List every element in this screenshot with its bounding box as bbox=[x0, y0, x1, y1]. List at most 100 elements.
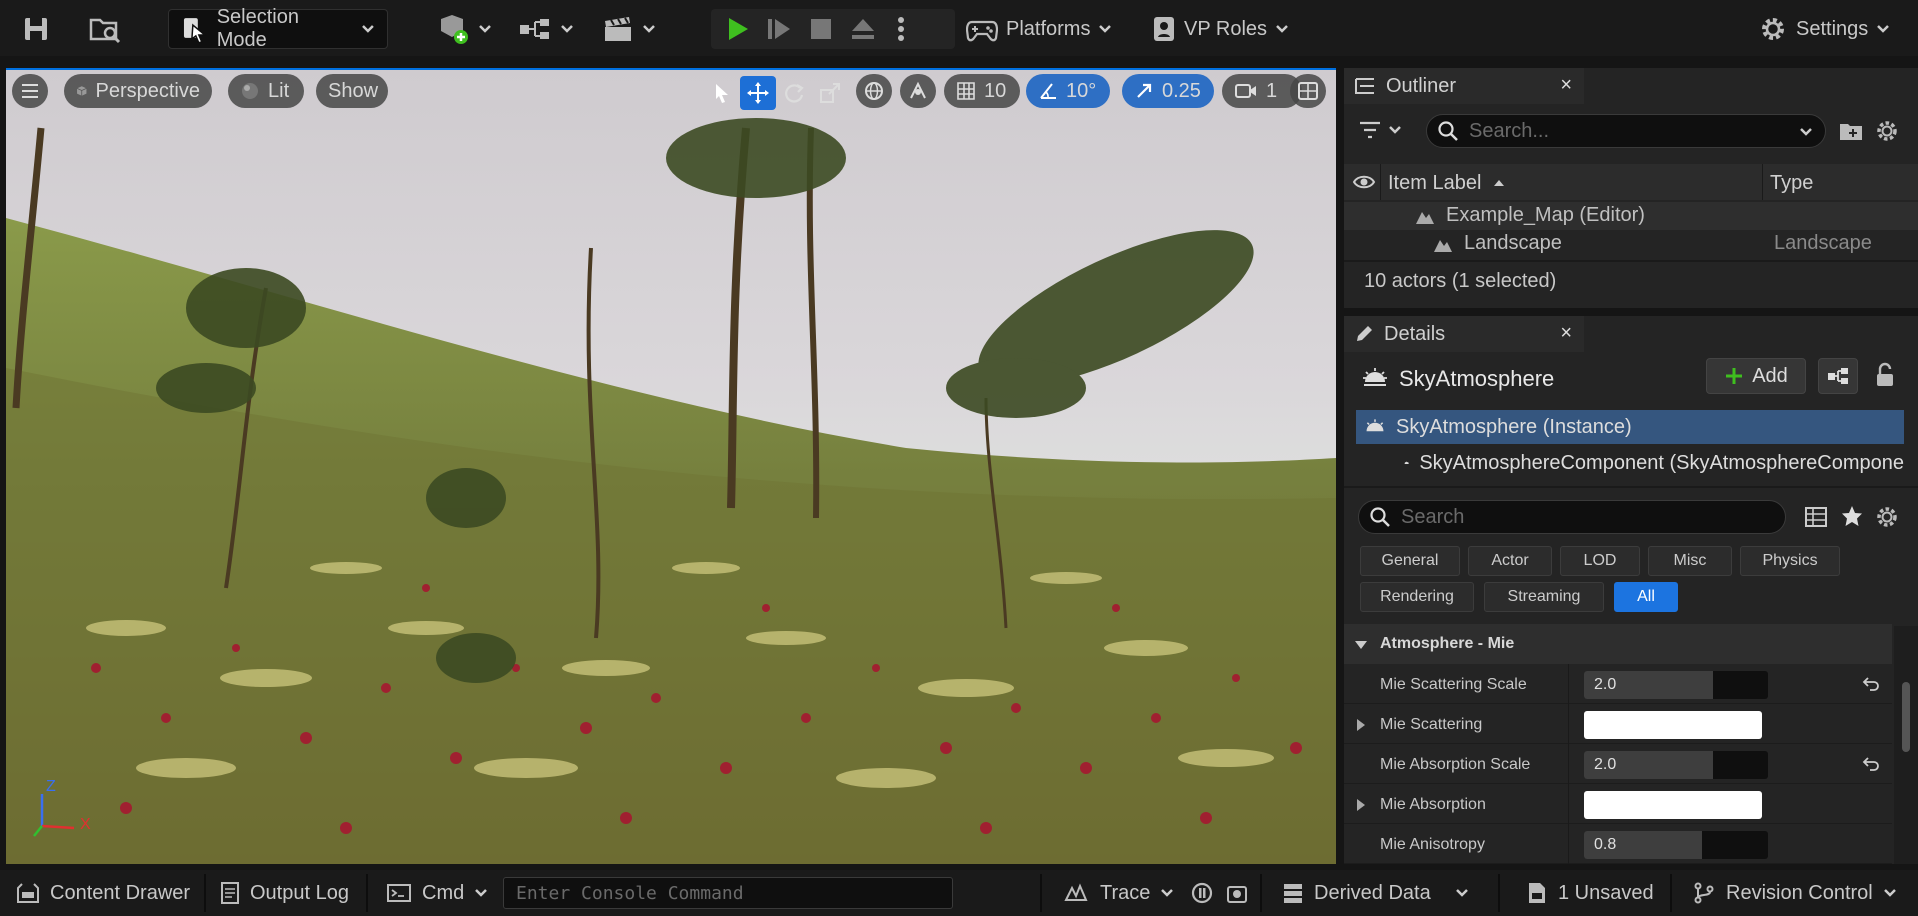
section-header-atmosphere-mie[interactable]: Atmosphere - Mie bbox=[1344, 624, 1892, 664]
prop-label: Mie Anisotropy bbox=[1380, 836, 1485, 853]
filter-all[interactable]: All bbox=[1614, 582, 1678, 612]
filter-icon bbox=[1360, 121, 1380, 139]
filter-physics[interactable]: Physics bbox=[1740, 546, 1840, 576]
chevron-down-icon bbox=[1276, 25, 1288, 33]
mie-absorption-scale-field[interactable]: 2.0 bbox=[1584, 751, 1768, 779]
filter-general[interactable]: General bbox=[1360, 546, 1460, 576]
blueprints-button[interactable] bbox=[518, 9, 574, 49]
stop-icon[interactable] bbox=[807, 15, 835, 43]
filter-lod[interactable]: LOD bbox=[1560, 546, 1640, 576]
trace-dropdown[interactable]: Trace bbox=[1064, 870, 1174, 916]
output-log-label: Output Log bbox=[250, 881, 349, 904]
component-row-instance[interactable]: SkyAtmosphere (Instance) bbox=[1356, 410, 1904, 444]
view-mode-button[interactable]: Lit bbox=[228, 74, 304, 108]
outliner-row-landscape[interactable]: Landscape Landscape bbox=[1344, 230, 1918, 258]
prop-mie-absorption: Mie Absorption bbox=[1344, 784, 1892, 824]
rotate-tool-icon[interactable] bbox=[776, 76, 812, 110]
details-search-input[interactable]: Search bbox=[1358, 500, 1786, 534]
world-space-button[interactable] bbox=[856, 74, 892, 108]
select-tool-icon[interactable] bbox=[704, 76, 740, 110]
favorites-star-icon[interactable] bbox=[1840, 504, 1864, 528]
filter-misc[interactable]: Misc bbox=[1648, 546, 1732, 576]
rotation-snap-button[interactable]: 10° bbox=[1026, 74, 1110, 108]
visibility-eye-icon[interactable] bbox=[1352, 170, 1376, 194]
grid-snap-button[interactable]: 10 bbox=[944, 74, 1020, 108]
filter-streaming[interactable]: Streaming bbox=[1484, 582, 1604, 612]
reset-arrow-icon[interactable] bbox=[1862, 676, 1880, 692]
scale-tool-icon[interactable] bbox=[812, 76, 848, 110]
landscape-icon bbox=[1434, 240, 1452, 252]
chevron-down-icon bbox=[1099, 25, 1112, 33]
reset-arrow-icon[interactable] bbox=[1862, 756, 1880, 772]
sky-atmosphere-icon bbox=[1366, 419, 1384, 432]
cmd-dropdown[interactable]: Cmd bbox=[386, 870, 488, 916]
add-actor-button[interactable] bbox=[436, 9, 492, 49]
mie-absorption-color-swatch[interactable] bbox=[1584, 791, 1762, 819]
col-type[interactable]: Type bbox=[1770, 172, 1813, 195]
output-log-button[interactable]: Output Log bbox=[220, 870, 349, 916]
outliner-tab[interactable]: Outliner × bbox=[1344, 68, 1584, 104]
advance-frame-icon[interactable] bbox=[765, 15, 793, 43]
level-viewport[interactable]: Perspective Lit Show 10 10° 0.25 1 Z X bbox=[6, 68, 1336, 864]
property-matrix-icon[interactable] bbox=[1804, 506, 1828, 528]
blueprint-button[interactable] bbox=[1818, 358, 1858, 394]
outliner-icon bbox=[1355, 78, 1374, 94]
cinematics-button[interactable] bbox=[602, 9, 656, 49]
settings-button[interactable]: Settings bbox=[1758, 9, 1890, 49]
expand-triangle-icon[interactable] bbox=[1356, 798, 1366, 812]
move-tool-icon[interactable] bbox=[740, 76, 776, 110]
outliner-search-input[interactable]: Search... bbox=[1426, 114, 1826, 148]
show-button[interactable]: Show bbox=[316, 74, 388, 108]
browse-icon[interactable] bbox=[88, 9, 122, 49]
details-settings-gear-icon[interactable] bbox=[1874, 504, 1900, 530]
row-type: Landscape bbox=[1774, 232, 1872, 254]
viewport-menu-button[interactable] bbox=[12, 74, 48, 108]
close-icon[interactable]: × bbox=[1560, 322, 1572, 345]
filter-rendering[interactable]: Rendering bbox=[1360, 582, 1474, 612]
vp-roles-button[interactable]: VP Roles bbox=[1152, 9, 1289, 49]
surface-snap-button[interactable] bbox=[900, 74, 936, 108]
details-tab[interactable]: Details × bbox=[1344, 316, 1584, 352]
cmd-label: Cmd bbox=[422, 881, 465, 904]
chevron-down-icon bbox=[475, 889, 488, 897]
settings-label: Settings bbox=[1796, 17, 1869, 40]
play-icon[interactable] bbox=[723, 15, 751, 43]
col-item-label[interactable]: Item Label bbox=[1388, 172, 1481, 195]
add-folder-icon[interactable] bbox=[1838, 120, 1864, 142]
viewport-layout-button[interactable] bbox=[1290, 74, 1326, 108]
filter-actor[interactable]: Actor bbox=[1468, 546, 1552, 576]
component-row-sky-atmosphere-component[interactable]: SkyAtmosphereComponent (SkyAtmosphereCom… bbox=[1356, 446, 1904, 480]
camera-icon bbox=[1235, 84, 1256, 98]
content-drawer-button[interactable]: Content Drawer bbox=[16, 870, 190, 916]
platforms-button[interactable]: Platforms bbox=[966, 9, 1112, 49]
play-options-icon[interactable] bbox=[895, 15, 907, 43]
save-icon[interactable] bbox=[22, 9, 50, 49]
derived-data-dropdown[interactable]: Derived Data bbox=[1282, 870, 1469, 916]
mie-anisotropy-field[interactable]: 0.8 bbox=[1584, 831, 1768, 859]
angle-icon bbox=[1040, 83, 1056, 99]
select-mode-icon bbox=[183, 18, 207, 43]
selection-mode-dropdown[interactable]: Selection Mode bbox=[168, 6, 388, 51]
details-scrollbar[interactable] bbox=[1894, 626, 1918, 864]
unsaved-button[interactable]: 1 Unsaved bbox=[1526, 870, 1654, 916]
pencil-icon bbox=[1357, 326, 1372, 341]
expand-triangle-icon[interactable] bbox=[1356, 718, 1366, 732]
scrollbar-thumb[interactable] bbox=[1902, 682, 1910, 752]
close-icon[interactable]: × bbox=[1560, 74, 1572, 97]
perspective-button[interactable]: Perspective bbox=[64, 74, 212, 108]
outliner-row-map[interactable]: Example_Map (Editor) bbox=[1344, 202, 1918, 230]
scale-snap-button[interactable]: 0.25 bbox=[1122, 74, 1214, 108]
trace-record-icon[interactable] bbox=[1190, 870, 1214, 916]
chevron-down-icon bbox=[479, 25, 491, 33]
revision-control-dropdown[interactable]: Revision Control bbox=[1692, 870, 1897, 916]
unlock-icon[interactable] bbox=[1874, 362, 1896, 388]
outliner-settings-gear-icon[interactable] bbox=[1874, 118, 1900, 144]
mie-scattering-color-swatch[interactable] bbox=[1584, 711, 1762, 739]
console-command-input[interactable]: Enter Console Command bbox=[503, 877, 953, 909]
mie-scattering-scale-field[interactable]: 2.0 bbox=[1584, 671, 1768, 699]
eject-icon[interactable] bbox=[849, 15, 877, 43]
platforms-label: Platforms bbox=[1006, 17, 1091, 40]
filter-button[interactable] bbox=[1358, 120, 1402, 140]
trace-snapshot-icon[interactable] bbox=[1226, 870, 1248, 916]
add-component-button[interactable]: Add bbox=[1706, 358, 1806, 394]
